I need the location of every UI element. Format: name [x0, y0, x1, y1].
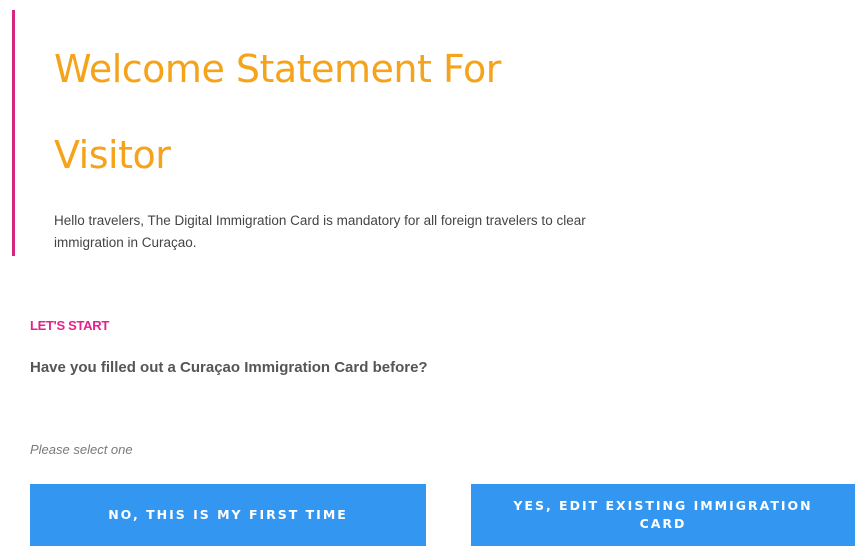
first-time-button[interactable]: NO, THIS IS MY FIRST TIME — [30, 484, 426, 546]
edit-existing-card-button[interactable]: YES, EDIT EXISTING IMMIGRATION CARD — [471, 484, 855, 546]
section-label: LET'S START — [30, 318, 109, 333]
welcome-text: Hello travelers, The Digital Immigration… — [54, 213, 586, 250]
accent-bar — [12, 10, 15, 256]
select-hint: Please select one — [30, 442, 133, 457]
page: Welcome Statement For Visitor Hello trav… — [0, 0, 855, 546]
question-text: Have you filled out a Curaçao Immigratio… — [30, 359, 428, 376]
welcome-title: Welcome Statement For Visitor — [54, 47, 501, 177]
welcome-section: Welcome Statement For Visitor Hello trav… — [0, 10, 640, 256]
